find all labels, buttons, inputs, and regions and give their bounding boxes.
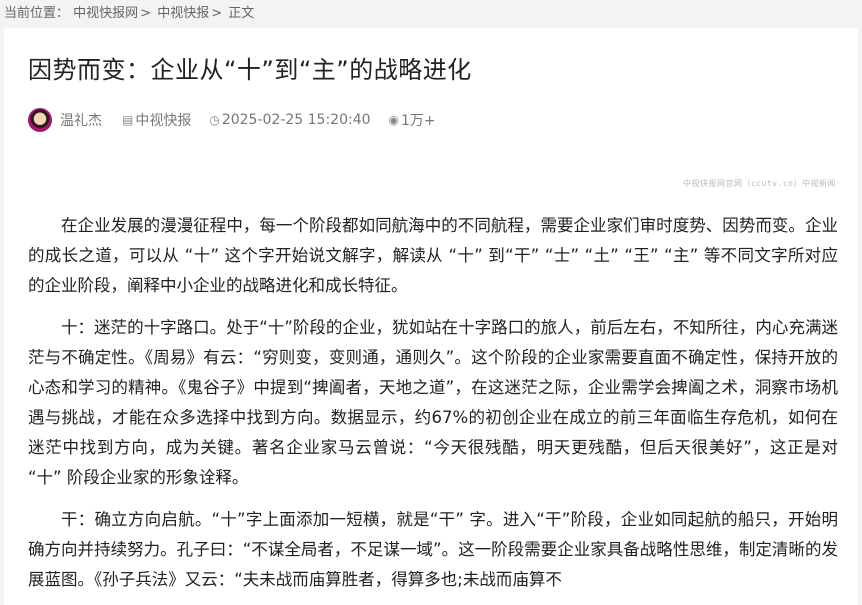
view-count: 1万+ — [401, 113, 436, 129]
document-icon: ▤ — [122, 113, 134, 127]
breadcrumb-current: 正文 — [228, 6, 255, 21]
channel-name[interactable]: 中视快报 — [135, 110, 191, 130]
author-name[interactable]: 温礼杰 — [60, 110, 102, 130]
channel-group: ▤ 中视快报 — [122, 110, 191, 130]
article-title: 因势而变：企业从“十”到“主”的战略进化 — [28, 56, 472, 84]
breadcrumb-separator: > — [140, 6, 152, 21]
paragraph: 在企业发展的漫漫征程中，每一个阶段都如同航海中的不同航程，需要企业家们审时度势、… — [28, 216, 838, 295]
article-meta: 温礼杰 ▤ 中视快报 ◷ 2025-02-25 15:20:40 ◉ 1万+ — [28, 106, 838, 134]
breadcrumb-separator: > — [211, 6, 223, 21]
eye-icon: ◉ — [388, 113, 400, 127]
breadcrumb: 当前位置： 中视快报网 > 中视快报 > 正文 — [0, 0, 862, 28]
article-container: 因势而变：企业从“十”到“主”的战略进化 温礼杰 ▤ 中视快报 ◷ 2025-0… — [4, 28, 858, 605]
publish-date: 2025-02-25 15:20:40 — [221, 112, 371, 128]
date-group: ◷ 2025-02-25 15:20:40 — [209, 112, 370, 128]
paragraph: 干：确立方向启航。“十”字上面添加一短横，就是“干” 字。进入“干”阶段，企业如… — [28, 510, 838, 589]
article-body: 在企业发展的漫漫征程中，每一个阶段都如同航海中的不同航程，需要企业家们审时度势、… — [28, 211, 838, 595]
views-group: ◉ 1万+ — [389, 110, 436, 130]
breadcrumb-label: 当前位置： — [4, 6, 70, 21]
source-note: 中视快报网官网（ccutv.cn）中视新闻 — [682, 179, 836, 188]
breadcrumb-link-home[interactable]: 中视快报网 — [73, 6, 138, 21]
author-avatar[interactable] — [28, 108, 52, 132]
clock-icon: ◷ — [209, 113, 220, 127]
breadcrumb-link-channel[interactable]: 中视快报 — [157, 6, 209, 21]
paragraph: 十：迷茫的十字路口。处于“十”阶段的企业，犹如站在十字路口的旅人，前后左右，不知… — [28, 318, 838, 487]
